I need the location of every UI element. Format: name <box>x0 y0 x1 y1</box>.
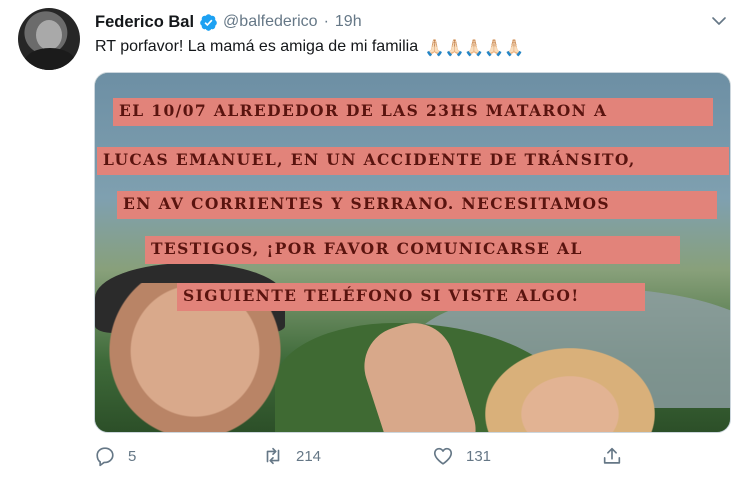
tweet-body: RT porfavor! La mamá es amiga de mi fami… <box>95 38 419 55</box>
timestamp[interactable]: 19h <box>335 13 362 31</box>
author-handle[interactable]: @balfederico <box>223 13 318 31</box>
like-count: 131 <box>466 447 492 465</box>
avatar-face <box>36 20 62 50</box>
tweet-actions: 5 214 131 <box>0 443 748 469</box>
retweet-button[interactable]: 214 <box>262 443 321 469</box>
like-button[interactable]: 131 <box>432 443 491 469</box>
chevron-down-icon[interactable] <box>710 12 728 30</box>
retweet-count: 214 <box>296 447 322 465</box>
avatar-body <box>24 48 76 70</box>
verified-badge-icon <box>200 13 217 31</box>
photo-person-right <box>485 348 655 432</box>
avatar[interactable] <box>18 8 80 70</box>
image-text-line: TESTIGOS, ¡POR FAVOR COMUNICARSE AL <box>145 236 680 264</box>
tweet-header: Federico Bal @balfederico · 19h <box>95 11 362 33</box>
reply-icon <box>96 447 114 467</box>
share-button[interactable] <box>601 443 623 469</box>
image-text-line: SIGUIENTE TELÉFONO SI VISTE ALGO! <box>177 283 645 311</box>
image-text-line: EN AV CORRIENTES Y SERRANO. NECESITAMOS <box>117 191 717 219</box>
reply-button[interactable]: 5 <box>94 443 136 469</box>
heart-icon <box>433 447 453 465</box>
author-name[interactable]: Federico Bal <box>95 13 194 32</box>
tweet-text: RT porfavor! La mamá es amiga de mi fami… <box>95 36 524 60</box>
retweet-icon <box>266 447 280 465</box>
tweet-image[interactable]: EL 10/07 ALREDEDOR DE LAS 23HS MATARON A… <box>94 72 731 433</box>
separator-dot: · <box>323 13 329 30</box>
image-text-line: EL 10/07 ALREDEDOR DE LAS 23HS MATARON A <box>113 98 713 126</box>
image-text-line: LUCAS EMANUEL, EN UN ACCIDENTE DE TRÁNSI… <box>97 147 729 175</box>
share-icon <box>603 447 621 464</box>
folded-hands-emoji: 🙏🏻🙏🏻🙏🏻🙏🏻🙏🏻 <box>424 40 525 57</box>
reply-count: 5 <box>128 447 137 465</box>
tweet[interactable]: Federico Bal @balfederico · 19h RT porfa… <box>0 0 748 482</box>
